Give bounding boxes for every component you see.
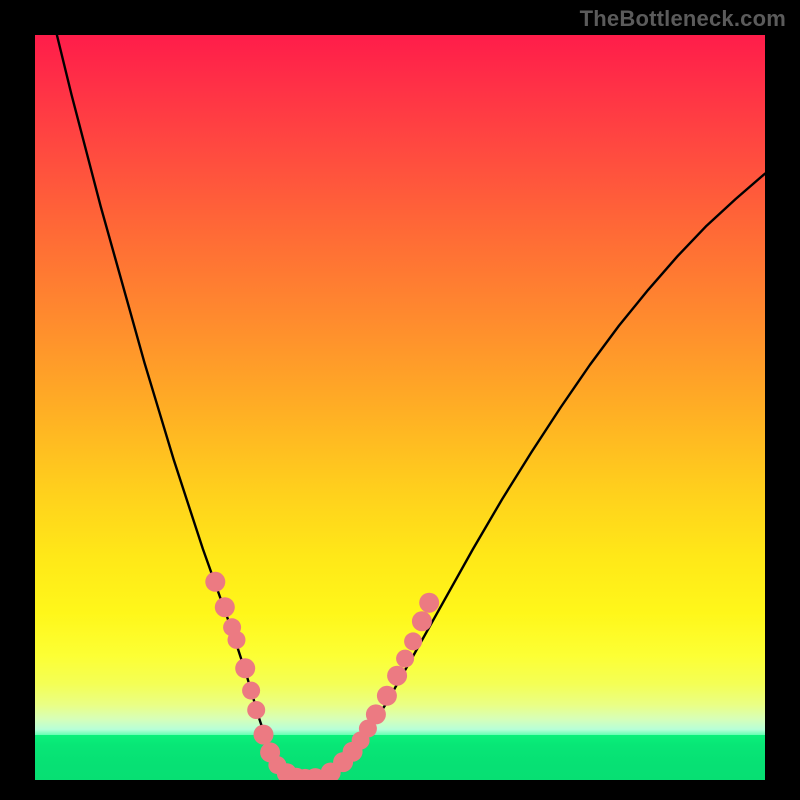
highlight-dots [205,572,439,780]
chart-frame: TheBottleneck.com [0,0,800,800]
highlight-dot [396,650,414,668]
highlight-dot [235,658,255,678]
highlight-dot [254,725,274,745]
watermark-text: TheBottleneck.com [580,6,786,32]
highlight-dot [205,572,225,592]
highlight-dot [215,597,235,617]
highlight-dot [404,632,422,650]
highlight-dot [387,666,407,686]
plot-area [35,35,765,780]
highlight-dot [228,631,246,649]
highlight-dot [247,701,265,719]
highlight-dot [366,704,386,724]
highlight-dot [377,686,397,706]
bottleneck-svg [35,35,765,780]
highlight-dot [412,611,432,631]
bottleneck-curve [57,35,765,779]
highlight-dot [242,682,260,700]
highlight-dot [419,593,439,613]
